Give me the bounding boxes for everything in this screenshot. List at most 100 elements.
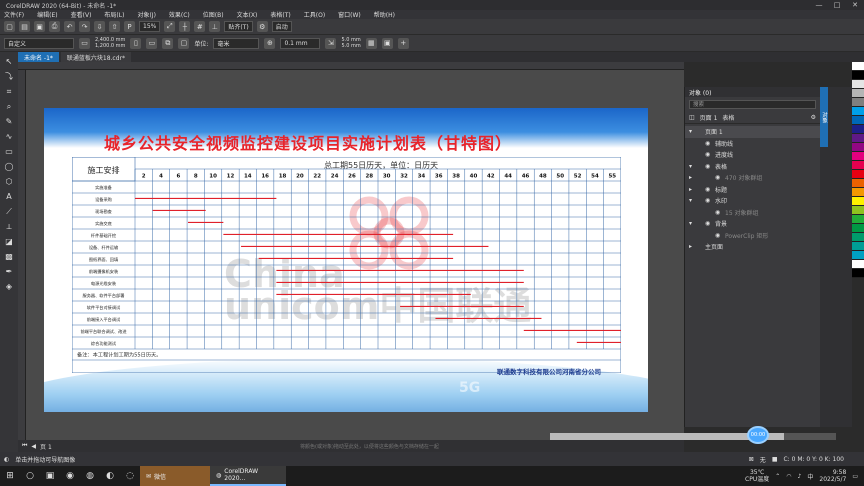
visibility-eye-icon[interactable]: ◉: [705, 140, 715, 147]
volume-icon[interactable]: ♪: [798, 473, 802, 480]
shape-tool-icon[interactable]: ⤵: [3, 71, 15, 83]
expand-arrow-icon[interactable]: ▾: [689, 197, 705, 204]
connector-tool-icon[interactable]: ⟂: [3, 221, 15, 233]
menu-item-5[interactable]: 效果(C): [169, 10, 190, 19]
dup-y-field[interactable]: 5.0 mm: [341, 43, 360, 49]
docker-page-label[interactable]: 页面 1: [700, 113, 718, 122]
palette-swatch[interactable]: [852, 179, 864, 188]
tree-row[interactable]: ▾ ◉ 水印: [685, 195, 820, 207]
docker-options-icon[interactable]: ⚙: [811, 114, 816, 121]
undo-icon[interactable]: ↶: [64, 21, 75, 32]
bleed-icon[interactable]: ▣: [381, 37, 393, 49]
page-height-field[interactable]: 1,200.0 mm: [95, 43, 125, 49]
tree-row[interactable]: ▸ ◉ 470 对象群组: [685, 172, 820, 184]
expand-arrow-icon[interactable]: ▸: [689, 186, 705, 193]
ellipse-tool-icon[interactable]: ◯: [3, 161, 15, 173]
parallel-dimension-icon[interactable]: ⟋: [3, 206, 15, 218]
drop-shadow-icon[interactable]: ◪: [3, 236, 15, 248]
page-layout-icon[interactable]: ▦: [365, 37, 377, 49]
visibility-eye-icon[interactable]: ◉: [705, 163, 715, 170]
palette-swatch[interactable]: [852, 152, 864, 161]
tree-row[interactable]: ◉ PowerClip 矩形: [685, 230, 820, 242]
rectangle-tool-icon[interactable]: ▭: [3, 146, 15, 158]
expand-arrow-icon[interactable]: ▸: [689, 243, 695, 250]
tree-row[interactable]: ▾ 页面 1: [685, 126, 820, 138]
ime-indicator[interactable]: 中: [807, 472, 813, 481]
add-icon[interactable]: +: [397, 37, 409, 49]
coreldraw-task[interactable]: ◍ CorelDRAW 2020...: [210, 466, 286, 486]
fullscreen-icon[interactable]: ⤢: [164, 21, 176, 32]
first-page-icon[interactable]: ⏮: [22, 442, 27, 450]
palette-swatch[interactable]: [852, 98, 864, 107]
portrait-icon[interactable]: ▯: [130, 37, 142, 49]
pdf-icon[interactable]: P: [124, 21, 135, 32]
transparency-icon[interactable]: ▩: [3, 251, 15, 263]
freehand-tool-icon[interactable]: ✎: [3, 116, 15, 128]
objects-side-tab[interactable]: 对象: [820, 87, 828, 147]
grid-icon[interactable]: #: [194, 21, 206, 32]
visibility-eye-icon[interactable]: ◉: [705, 220, 715, 227]
browser-icon[interactable]: ◉: [60, 466, 80, 486]
drawing-canvas[interactable]: China unicom中国联通 城乡公共安全视频监控建设项目实施计划表（甘特图…: [26, 70, 684, 440]
palette-swatch[interactable]: [852, 197, 864, 206]
outline-swatch-icon[interactable]: ■: [772, 456, 778, 463]
maximize-button[interactable]: □: [828, 1, 846, 9]
new-icon[interactable]: ▢: [4, 21, 15, 32]
tree-row[interactable]: ◉ 15 对象群组: [685, 207, 820, 219]
tray-arrow-icon[interactable]: ⌃: [775, 473, 780, 480]
menu-item-8[interactable]: 表格(T): [270, 10, 290, 19]
vertical-ruler[interactable]: [18, 70, 26, 440]
redo-icon[interactable]: ↷: [79, 21, 90, 32]
wechat-task[interactable]: ✉ 微信: [140, 466, 210, 486]
text-tool-icon[interactable]: A: [3, 191, 15, 203]
horizontal-ruler[interactable]: [18, 62, 684, 70]
clock[interactable]: 9:58 2022/5/7: [819, 469, 846, 483]
tree-row[interactable]: ▸ 主页面: [685, 241, 820, 253]
app-icon-3[interactable]: ◌: [120, 466, 140, 486]
open-icon[interactable]: ▤: [19, 21, 30, 32]
palette-swatch[interactable]: [852, 242, 864, 251]
document-tab-1[interactable]: 联通蓝板六块18.cdr*: [60, 52, 132, 62]
expand-arrow-icon[interactable]: ▾: [689, 128, 695, 135]
menu-item-10[interactable]: 窗口(W): [338, 10, 361, 19]
notification-icon[interactable]: ▭: [852, 473, 858, 480]
prev-page-icon[interactable]: ◀: [31, 443, 36, 450]
menu-item-2[interactable]: 查看(V): [71, 10, 92, 19]
visibility-eye-icon[interactable]: ◉: [705, 197, 715, 204]
palette-swatch[interactable]: [852, 251, 864, 260]
visibility-eye-icon[interactable]: ◉: [705, 186, 715, 193]
palette-swatch[interactable]: [852, 143, 864, 152]
docker-layer-label[interactable]: 表格: [722, 113, 734, 122]
search-icon[interactable]: ○: [20, 466, 40, 486]
expand-arrow-icon[interactable]: ▾: [689, 163, 705, 170]
tree-row[interactable]: ▾ ◉ 表格: [685, 161, 820, 173]
network-icon[interactable]: ◠: [786, 473, 791, 480]
guides-icon[interactable]: ⊥: [209, 21, 221, 32]
cpu-temp-widget[interactable]: 35℃ CPU温度: [745, 469, 769, 483]
page-tab[interactable]: 页 1: [40, 442, 52, 451]
palette-swatch[interactable]: [852, 116, 864, 125]
palette-swatch[interactable]: [852, 161, 864, 170]
artistic-media-icon[interactable]: ∿: [3, 131, 15, 143]
tree-row[interactable]: ◉ 辅助线: [685, 138, 820, 150]
expand-arrow-icon[interactable]: ▸: [689, 174, 715, 181]
palette-swatch[interactable]: [852, 224, 864, 233]
menu-item-3[interactable]: 布局(L): [104, 10, 124, 19]
tree-row[interactable]: ◉ 进度线: [685, 149, 820, 161]
visibility-eye-icon[interactable]: ◉: [705, 151, 715, 158]
palette-swatch[interactable]: [852, 269, 864, 278]
rulers-icon[interactable]: ┼: [179, 21, 191, 32]
palette-swatch[interactable]: [852, 89, 864, 98]
fill-swatch-icon[interactable]: ⊠: [749, 456, 754, 463]
docker-search-input[interactable]: 搜索: [689, 100, 816, 109]
menu-item-6[interactable]: 位图(B): [203, 10, 224, 19]
save-icon[interactable]: ▣: [34, 21, 45, 32]
import-icon[interactable]: ⇩: [94, 21, 105, 32]
menu-item-4[interactable]: 对象(J): [137, 10, 155, 19]
palette-swatch[interactable]: [852, 215, 864, 224]
current-page-icon[interactable]: ▢: [178, 37, 190, 49]
start-icon[interactable]: ⊞: [0, 466, 20, 486]
eyedropper-icon[interactable]: ✒: [3, 266, 15, 278]
interactive-fill-icon[interactable]: ◈: [3, 281, 15, 293]
launch-dropdown[interactable]: 启动: [271, 21, 292, 32]
